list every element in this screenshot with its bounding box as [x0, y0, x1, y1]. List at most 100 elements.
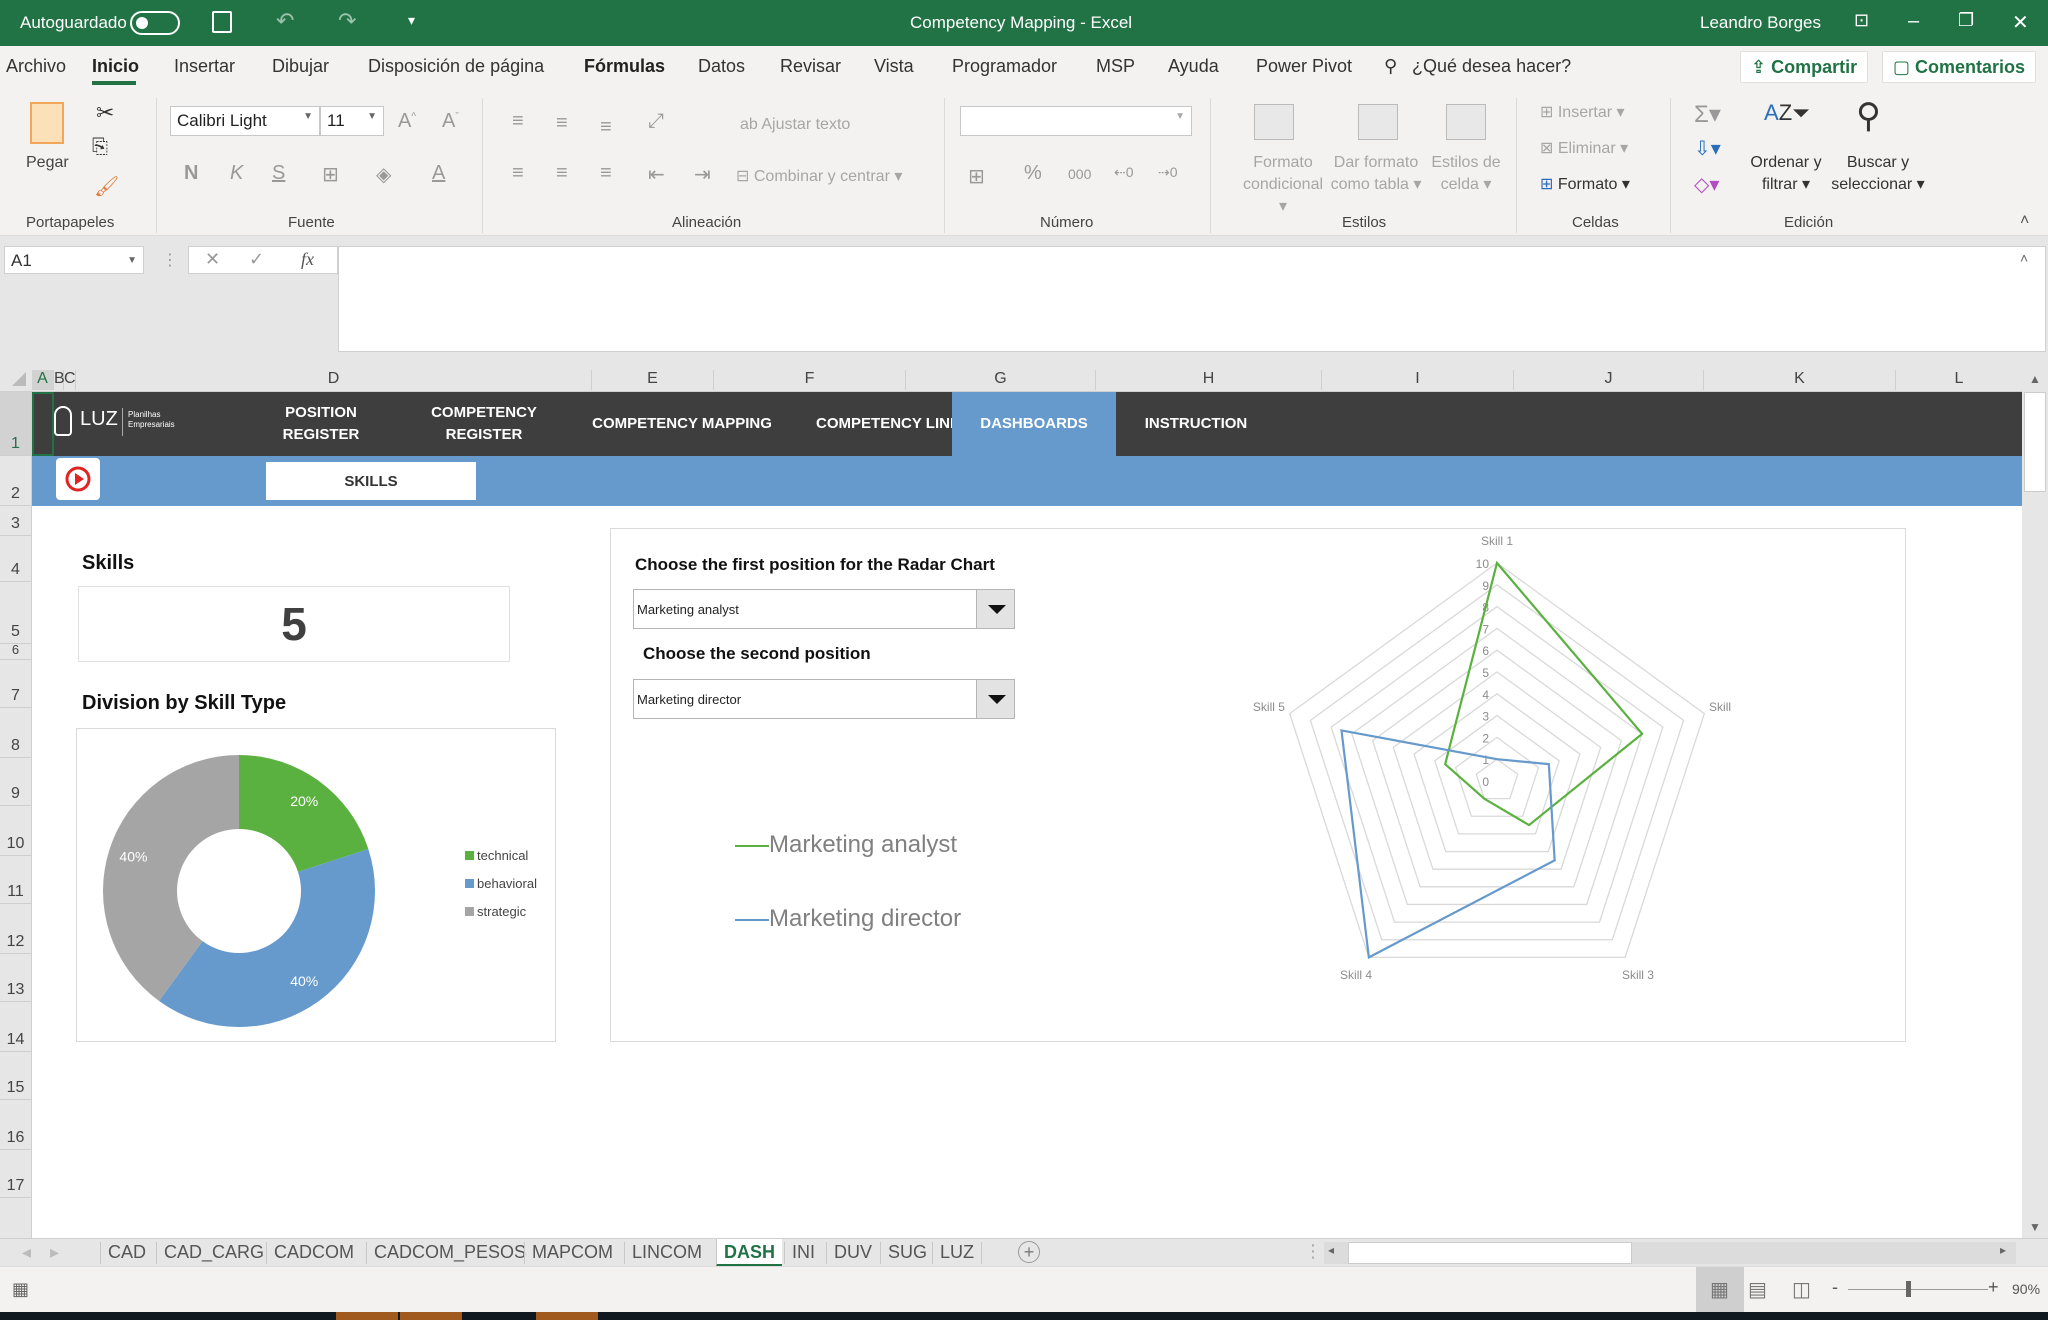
row-header-4[interactable]: 4	[0, 536, 31, 582]
add-sheet-icon[interactable]: +	[1018, 1241, 1040, 1263]
row-header-6[interactable]: 6	[0, 642, 31, 660]
sheet-tab[interactable]: LUZ	[932, 1242, 983, 1264]
second-position-select[interactable]: Marketing director	[633, 679, 1015, 719]
column-header-l[interactable]: L	[1896, 370, 2022, 390]
expand-formula-icon[interactable]: ˄	[2020, 250, 2028, 266]
sheet-tab[interactable]: CAD	[100, 1242, 153, 1264]
select-all-button[interactable]	[12, 372, 26, 386]
row-header-8[interactable]: 8	[0, 708, 31, 758]
clear-icon[interactable]: ◇▾	[1694, 172, 1719, 197]
name-box[interactable]: A1 ▼	[4, 246, 144, 274]
underline-button[interactable]: S	[272, 162, 285, 185]
column-header-h[interactable]: H	[1096, 370, 1322, 390]
tab-datos[interactable]: Datos	[698, 56, 745, 77]
row-header-5[interactable]: 5	[0, 582, 31, 644]
sheet-tab[interactable]: SUG	[880, 1242, 934, 1264]
column-header-i[interactable]: I	[1322, 370, 1514, 390]
font-name-select[interactable]: Calibri Light ▼	[170, 106, 320, 136]
customize-qat-icon[interactable]: ▾	[408, 12, 415, 29]
row-header-15[interactable]: 15	[0, 1052, 31, 1100]
autosum-icon[interactable]: Σ▾	[1694, 100, 1721, 129]
row-header-14[interactable]: 14	[0, 1002, 31, 1052]
taskbar-app[interactable]	[336, 1312, 398, 1320]
row-header-12[interactable]: 12	[0, 904, 31, 954]
number-format-select[interactable]: ▼	[960, 106, 1192, 136]
next-sheet-icon[interactable]: ▸	[50, 1242, 59, 1263]
comments-button[interactable]: ▢ Comentarios	[1882, 51, 2037, 83]
zoom-slider[interactable]	[1848, 1289, 1988, 1290]
first-position-select[interactable]: Marketing analyst	[633, 589, 1015, 629]
nav-position-register[interactable]: POSITION REGISTER	[246, 392, 396, 456]
scroll-left-icon[interactable]: ◂	[1328, 1243, 1334, 1257]
tab-splitter[interactable]: ⋮	[1304, 1241, 1322, 1262]
autosave-toggle[interactable]	[130, 11, 180, 35]
currency-icon[interactable]: ⊞	[968, 164, 985, 189]
selected-cell-a1[interactable]	[32, 392, 54, 456]
horizontal-scrollbar[interactable]: ◂ ▸	[1324, 1242, 2016, 1264]
tab-power-pivot[interactable]: Power Pivot	[1256, 56, 1352, 77]
ribbon-display-icon[interactable]: ⊡	[1854, 10, 1869, 31]
comma-style-button[interactable]: 000	[1068, 166, 1091, 182]
scroll-up-icon[interactable]: ▲	[2029, 372, 2041, 386]
zoom-out-button[interactable]: -	[1832, 1277, 1838, 1298]
row-header-16[interactable]: 16	[0, 1100, 31, 1150]
taskbar-app[interactable]	[536, 1312, 598, 1320]
format-painter-icon[interactable]: 🖌	[94, 174, 119, 199]
page-break-icon[interactable]: ◫	[1792, 1277, 1811, 1302]
column-header-b[interactable]: B	[54, 370, 65, 390]
tab-formulas[interactable]: Fórmulas	[584, 56, 665, 77]
subtab-skills[interactable]: SKILLS	[266, 462, 476, 500]
formula-input[interactable]	[338, 246, 2046, 352]
minimize-icon[interactable]: –	[1908, 10, 1919, 33]
column-header-a[interactable]: A	[32, 370, 54, 390]
sheet-tab[interactable]: DUV	[826, 1242, 879, 1264]
save-icon[interactable]	[212, 11, 232, 33]
increase-decimal-icon[interactable]: ⇠0	[1114, 164, 1134, 181]
cell-styles-icon[interactable]	[1446, 104, 1486, 140]
sort-filter-button[interactable]: Ordenar y filtrar ▾	[1744, 152, 1828, 196]
orientation-icon[interactable]: ⤢	[648, 110, 664, 133]
decrease-decimal-icon[interactable]: ⇢0	[1158, 164, 1178, 181]
cut-icon[interactable]: ✂	[96, 100, 114, 126]
shrink-font-icon[interactable]: Aˇ	[442, 110, 459, 133]
doughnut-chart[interactable]: 20% 40% 40% technical behavioral strategic	[76, 728, 556, 1042]
insert-cells-button[interactable]: ⊞ Insertar ▾	[1540, 102, 1625, 122]
taskbar-app[interactable]	[400, 1312, 462, 1320]
tab-msp[interactable]: MSP	[1096, 56, 1135, 77]
grow-font-icon[interactable]: A^	[398, 110, 416, 133]
share-button[interactable]: ⇪ Compartir	[1740, 51, 1869, 83]
scroll-right-icon[interactable]: ▸	[2000, 1243, 2006, 1257]
chevron-down-icon[interactable]	[976, 590, 1014, 628]
close-icon[interactable]: ✕	[2012, 10, 2029, 35]
video-button[interactable]	[56, 458, 100, 500]
macro-recorder-icon[interactable]: ▦	[12, 1279, 29, 1300]
fill-icon[interactable]: ⇩▾	[1694, 136, 1721, 161]
vertical-scrollbar[interactable]: ▲ ▼	[2022, 370, 2048, 1238]
tab-inicio[interactable]: Inicio	[92, 56, 139, 77]
nav-competency-mapping[interactable]: COMPETENCY MAPPING	[572, 392, 792, 456]
sheet-tab[interactable]: CADCOM	[266, 1242, 361, 1264]
zoom-slider-thumb[interactable]	[1906, 1281, 1911, 1297]
tab-archivo[interactable]: Archivo	[6, 56, 66, 77]
conditional-format-button[interactable]: Formato condicional ▾	[1238, 152, 1328, 218]
sheet-tab[interactable]: CADCOM_PESOS	[366, 1242, 533, 1264]
restore-icon[interactable]: ❐	[1958, 10, 1974, 31]
prev-sheet-icon[interactable]: ◂	[22, 1242, 31, 1263]
collapse-ribbon-icon[interactable]: ˄	[2020, 212, 2029, 230]
cancel-icon[interactable]: ✕	[205, 249, 220, 270]
tab-programador[interactable]: Programador	[952, 56, 1057, 77]
worksheet[interactable]: LUZ Planilhas Empresariais POSITION REGIST…	[32, 392, 2022, 1238]
sheet-tab[interactable]: MAPCOM	[524, 1242, 620, 1264]
find-select-icon[interactable]: ⚲	[1856, 96, 1881, 136]
tab-vista[interactable]: Vista	[874, 56, 914, 77]
fill-color-icon[interactable]: ◈	[376, 162, 391, 187]
align-top-icon[interactable]: ≡	[512, 110, 524, 133]
align-right-icon[interactable]: ≡	[600, 162, 612, 185]
redo-icon[interactable]: ↷	[338, 8, 356, 34]
row-header-1[interactable]: 1	[0, 392, 31, 456]
tab-revisar[interactable]: Revisar	[780, 56, 841, 77]
wrap-text-button[interactable]: ab Ajustar texto	[740, 116, 850, 134]
row-header-2[interactable]: 2	[0, 456, 31, 506]
align-bottom-icon[interactable]: ≡	[600, 116, 612, 139]
row-header-13[interactable]: 13	[0, 954, 31, 1002]
